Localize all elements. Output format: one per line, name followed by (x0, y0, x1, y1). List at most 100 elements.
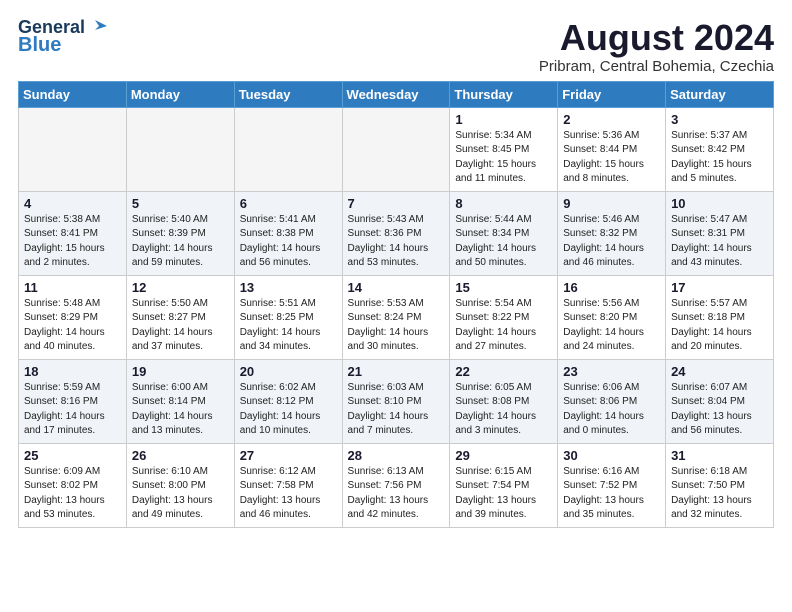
logo-bird-icon (87, 16, 109, 38)
calendar-week-3: 11 Sunrise: 5:48 AMSunset: 8:29 PMDayligh… (19, 275, 774, 359)
calendar-table: SundayMondayTuesdayWednesdayThursdayFrid… (18, 81, 774, 528)
day-info: Sunrise: 5:56 AMSunset: 8:20 PMDaylight:… (563, 297, 660, 355)
day-info: Sunrise: 5:48 AMSunset: 8:29 PMDaylight:… (24, 297, 121, 355)
calendar-cell: 8Sunrise: 5:44 AMSunset: 8:34 PMDaylight… (450, 191, 558, 275)
day-info: Sunrise: 5:59 AMSunset: 8:16 PMDaylight:… (24, 381, 121, 439)
calendar-week-4: 18 Sunrise: 5:59 AMSunset: 8:16 PMDayligh… (19, 359, 774, 443)
day-number: 27 (240, 448, 337, 463)
calendar-cell: 24 Sunrise: 6:07 AMSunset: 8:04 PMDayligh… (666, 359, 774, 443)
day-info: Sunrise: 6:06 AMSunset: 8:06 PMDaylight:… (563, 381, 660, 439)
calendar-cell (126, 107, 234, 191)
calendar-cell (342, 107, 450, 191)
day-number: 18 (24, 364, 121, 379)
page: General Blue August 2024 Pribram, Centra… (0, 0, 792, 540)
day-number: 7 (348, 196, 445, 211)
calendar-cell: 14Sunrise: 5:53 AMSunset: 8:24 PMDayligh… (342, 275, 450, 359)
col-header-wednesday: Wednesday (342, 81, 450, 107)
day-number: 14 (348, 280, 445, 295)
calendar-cell: 26Sunrise: 6:10 AMSunset: 8:00 PMDayligh… (126, 443, 234, 527)
calendar-week-2: 4Sunrise: 5:38 AMSunset: 8:41 PMDaylight… (19, 191, 774, 275)
day-number: 15 (455, 280, 552, 295)
day-number: 10 (671, 196, 768, 211)
day-info: Sunrise: 6:12 AMSunset: 7:58 PMDaylight:… (240, 465, 337, 523)
calendar-cell: 19 Sunrise: 6:00 AMSunset: 8:14 PMDayligh… (126, 359, 234, 443)
calendar-cell: 11 Sunrise: 5:48 AMSunset: 8:29 PMDayligh… (19, 275, 127, 359)
day-info: Sunrise: 6:07 AMSunset: 8:04 PMDaylight:… (671, 381, 768, 439)
day-number: 16 (563, 280, 660, 295)
day-info: Sunrise: 5:36 AMSunset: 8:44 PMDaylight:… (563, 129, 660, 187)
day-info: Sunrise: 6:05 AMSunset: 8:08 PMDaylight:… (455, 381, 552, 439)
day-number: 30 (563, 448, 660, 463)
day-number: 2 (563, 112, 660, 127)
calendar-cell: 4Sunrise: 5:38 AMSunset: 8:41 PMDaylight… (19, 191, 127, 275)
day-number: 19 (132, 364, 229, 379)
calendar-cell: 16 Sunrise: 5:56 AMSunset: 8:20 PMDayligh… (558, 275, 666, 359)
calendar-cell: 31Sunrise: 6:18 AMSunset: 7:50 PMDayligh… (666, 443, 774, 527)
day-info: Sunrise: 6:18 AMSunset: 7:50 PMDaylight:… (671, 465, 768, 523)
day-info: Sunrise: 5:50 AMSunset: 8:27 PMDaylight:… (132, 297, 229, 355)
calendar-cell: 18 Sunrise: 5:59 AMSunset: 8:16 PMDayligh… (19, 359, 127, 443)
day-info: Sunrise: 5:54 AMSunset: 8:22 PMDaylight:… (455, 297, 552, 355)
day-number: 9 (563, 196, 660, 211)
day-info: Sunrise: 6:16 AMSunset: 7:52 PMDaylight:… (563, 465, 660, 523)
day-info: Sunrise: 5:51 AMSunset: 8:25 PMDaylight:… (240, 297, 337, 355)
col-header-monday: Monday (126, 81, 234, 107)
calendar-cell: 2 Sunrise: 5:36 AMSunset: 8:44 PMDaylight… (558, 107, 666, 191)
day-info: Sunrise: 5:37 AMSunset: 8:42 PMDaylight:… (671, 129, 768, 187)
calendar-cell: 7 Sunrise: 5:43 AMSunset: 8:36 PMDaylight… (342, 191, 450, 275)
day-number: 3 (671, 112, 768, 127)
logo-blue: Blue (18, 34, 61, 56)
day-number: 24 (671, 364, 768, 379)
day-info: Sunrise: 6:02 AMSunset: 8:12 PMDaylight:… (240, 381, 337, 439)
calendar-cell: 10 Sunrise: 5:47 AMSunset: 8:31 PMDayligh… (666, 191, 774, 275)
day-number: 12 (132, 280, 229, 295)
day-number: 26 (132, 448, 229, 463)
day-number: 21 (348, 364, 445, 379)
day-info: Sunrise: 6:00 AMSunset: 8:14 PMDaylight:… (132, 381, 229, 439)
col-header-thursday: Thursday (450, 81, 558, 107)
day-number: 28 (348, 448, 445, 463)
calendar-week-1: 1 Sunrise: 5:34 AMSunset: 8:45 PMDaylight… (19, 107, 774, 191)
day-info: Sunrise: 5:44 AMSunset: 8:34 PMDaylight:… (455, 213, 552, 271)
header: General Blue August 2024 Pribram, Centra… (18, 18, 774, 75)
day-info: Sunrise: 5:41 AMSunset: 8:38 PMDaylight:… (240, 213, 337, 271)
day-number: 25 (24, 448, 121, 463)
calendar-cell (234, 107, 342, 191)
day-number: 29 (455, 448, 552, 463)
calendar-cell: 9Sunrise: 5:46 AMSunset: 8:32 PMDaylight… (558, 191, 666, 275)
calendar-cell: 22Sunrise: 6:05 AMSunset: 8:08 PMDayligh… (450, 359, 558, 443)
calendar-cell: 28Sunrise: 6:13 AMSunset: 7:56 PMDayligh… (342, 443, 450, 527)
calendar-cell: 13Sunrise: 5:51 AMSunset: 8:25 PMDayligh… (234, 275, 342, 359)
day-number: 1 (455, 112, 552, 127)
day-info: Sunrise: 6:03 AMSunset: 8:10 PMDaylight:… (348, 381, 445, 439)
col-header-sunday: Sunday (19, 81, 127, 107)
calendar-cell: 20 Sunrise: 6:02 AMSunset: 8:12 PMDayligh… (234, 359, 342, 443)
location: Pribram, Central Bohemia, Czechia (539, 58, 774, 75)
calendar-cell: 23 Sunrise: 6:06 AMSunset: 8:06 PMDayligh… (558, 359, 666, 443)
day-number: 11 (24, 280, 121, 295)
day-info: Sunrise: 5:38 AMSunset: 8:41 PMDaylight:… (24, 213, 121, 271)
calendar-cell: 17 Sunrise: 5:57 AMSunset: 8:18 PMDayligh… (666, 275, 774, 359)
calendar-cell: 30 Sunrise: 6:16 AMSunset: 7:52 PMDayligh… (558, 443, 666, 527)
month-title: August 2024 (539, 18, 774, 58)
calendar-cell: 21 Sunrise: 6:03 AMSunset: 8:10 PMDayligh… (342, 359, 450, 443)
calendar-cell: 6 Sunrise: 5:41 AMSunset: 8:38 PMDaylight… (234, 191, 342, 275)
day-info: Sunrise: 5:34 AMSunset: 8:45 PMDaylight:… (455, 129, 552, 187)
col-header-saturday: Saturday (666, 81, 774, 107)
day-info: Sunrise: 5:57 AMSunset: 8:18 PMDaylight:… (671, 297, 768, 355)
day-info: Sunrise: 5:43 AMSunset: 8:36 PMDaylight:… (348, 213, 445, 271)
calendar-cell: 15 Sunrise: 5:54 AMSunset: 8:22 PMDayligh… (450, 275, 558, 359)
day-number: 6 (240, 196, 337, 211)
day-info: Sunrise: 5:47 AMSunset: 8:31 PMDaylight:… (671, 213, 768, 271)
day-info: Sunrise: 5:40 AMSunset: 8:39 PMDaylight:… (132, 213, 229, 271)
calendar-cell (19, 107, 127, 191)
calendar-cell: 3 Sunrise: 5:37 AMSunset: 8:42 PMDaylight… (666, 107, 774, 191)
day-number: 23 (563, 364, 660, 379)
day-number: 5 (132, 196, 229, 211)
day-number: 17 (671, 280, 768, 295)
calendar-cell: 29Sunrise: 6:15 AMSunset: 7:54 PMDayligh… (450, 443, 558, 527)
logo: General Blue (18, 18, 109, 56)
calendar-week-5: 25 Sunrise: 6:09 AMSunset: 8:02 PMDayligh… (19, 443, 774, 527)
day-number: 20 (240, 364, 337, 379)
day-info: Sunrise: 6:09 AMSunset: 8:02 PMDaylight:… (24, 465, 121, 523)
